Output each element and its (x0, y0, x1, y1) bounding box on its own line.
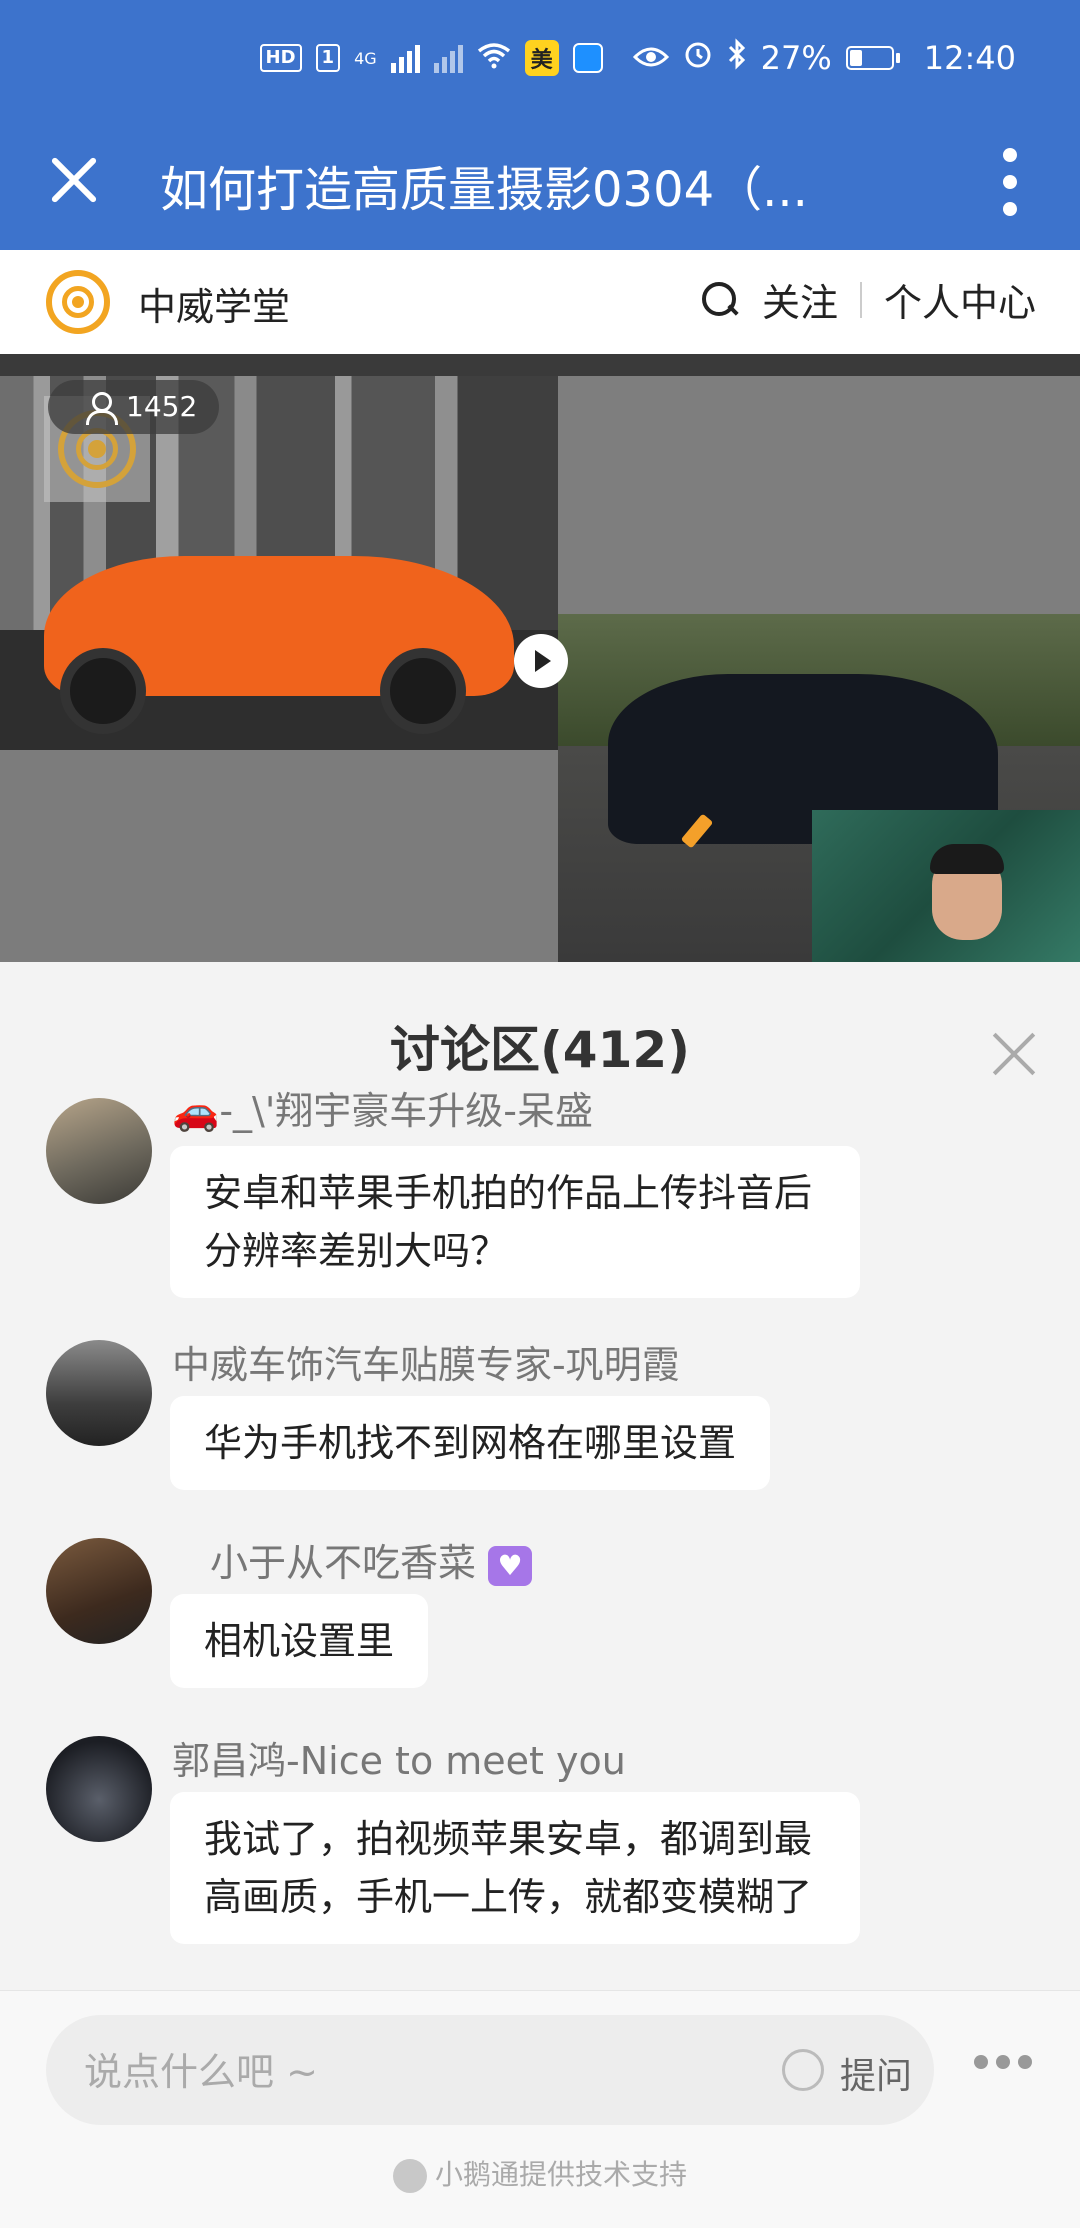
discussion-header: 讨论区(412) (0, 962, 1080, 1102)
message-bubble: 安卓和苹果手机拍的作品上传抖音后分辨率差别大吗？ (170, 1146, 860, 1298)
ask-question-label[interactable]: 提问 (840, 2047, 912, 2099)
play-icon[interactable] (514, 634, 568, 688)
status-bar: HD 1 4G 美 27% 12:40 (0, 0, 1080, 120)
title-bar: 如何打造高质量摄影0304（... (0, 120, 1080, 250)
page-title: 如何打造高质量摄影0304（... (160, 162, 808, 218)
ask-question-checkbox[interactable] (782, 2049, 824, 2091)
close-icon[interactable] (44, 150, 104, 210)
signal-icon (390, 43, 420, 73)
avatar[interactable] (46, 1340, 152, 1446)
clock-time: 12:40 (923, 39, 1016, 77)
bluetooth-icon (727, 38, 747, 78)
viewers-icon (84, 392, 118, 425)
avatar[interactable] (46, 1538, 152, 1644)
sim-badge: 1 (315, 44, 341, 72)
avatar[interactable] (46, 1736, 152, 1842)
video-tile-blank (558, 376, 1080, 614)
message-author: 郭昌鸿-Nice to meet you (172, 1739, 626, 1783)
hd-badge: HD (259, 44, 302, 72)
profile-center-link[interactable]: 个人中心 (884, 272, 1036, 327)
search-icon[interactable] (700, 280, 740, 320)
powered-by-text: 小鹅通提供技术支持 (434, 2158, 687, 2191)
purple-heart-icon: ♥ (488, 1545, 533, 1586)
signal-2-icon (433, 43, 463, 73)
brand-name: 中威学堂 (138, 285, 291, 329)
battery-percent: 27% (760, 39, 832, 77)
alarm-icon (683, 39, 713, 77)
more-options-icon[interactable] (1000, 142, 1020, 222)
battery-icon (845, 46, 900, 70)
status-icons: HD 1 4G 美 27% 12:40 (259, 38, 1016, 78)
comment-placeholder: 说点什么吧 ~ (84, 2050, 318, 2094)
more-actions-icon[interactable] (974, 2055, 1032, 2069)
viewer-count-badge: 1452 (48, 380, 220, 434)
presenter-camera (812, 810, 1080, 962)
message-author: 小于从不吃香菜 ♥ (210, 1532, 533, 1587)
bottom-bar: 说点什么吧 ~ 提问 小鹅通提供技术支持 (0, 1990, 1080, 2228)
navigation-app-icon (572, 43, 603, 73)
eye-icon (632, 39, 669, 77)
brand-actions: 关注 个人中心 (700, 272, 1036, 327)
powered-by: 小鹅通提供技术支持 (0, 2153, 1080, 2193)
wifi-icon (477, 39, 511, 77)
message-bubble: 我试了，拍视频苹果安卓，都调到最高画质，手机一上传，就都变模糊了 (170, 1792, 860, 1944)
message-bubble: 华为手机找不到网格在哪里设置 (170, 1396, 771, 1490)
brand-logo (46, 270, 110, 334)
brand-bar: 中威学堂 关注 个人中心 (0, 250, 1080, 354)
meituan-app-icon: 美 (524, 40, 559, 76)
discussion-title: 讨论区(412) (389, 1021, 691, 1079)
message-author: 中威车饰汽车贴膜专家-巩明霞 (172, 1343, 680, 1387)
message-list[interactable]: 🚗-_\'翔宇豪车升级-呆盛 安卓和苹果手机拍的作品上传抖音后分辨率差别大吗？ … (0, 1090, 1080, 1990)
divider (859, 281, 862, 318)
message-author: 🚗-_\'翔宇豪车升级-呆盛 (172, 1090, 593, 1133)
video-top-strip (0, 354, 1080, 376)
network-4g-label: 4G (354, 48, 377, 68)
message-author-name: 小于从不吃香菜 (210, 1541, 477, 1585)
follow-button[interactable]: 关注 (762, 272, 838, 327)
avatar[interactable] (46, 1098, 152, 1204)
comment-input[interactable]: 说点什么吧 ~ 提问 (46, 2015, 934, 2125)
message-bubble: 相机设置里 (170, 1594, 429, 1688)
xiaoetong-logo-icon (392, 2159, 427, 2193)
viewer-count: 1452 (126, 390, 198, 423)
live-video-player[interactable]: 1452 (0, 354, 1080, 962)
close-discussion-icon[interactable] (990, 1030, 1038, 1078)
